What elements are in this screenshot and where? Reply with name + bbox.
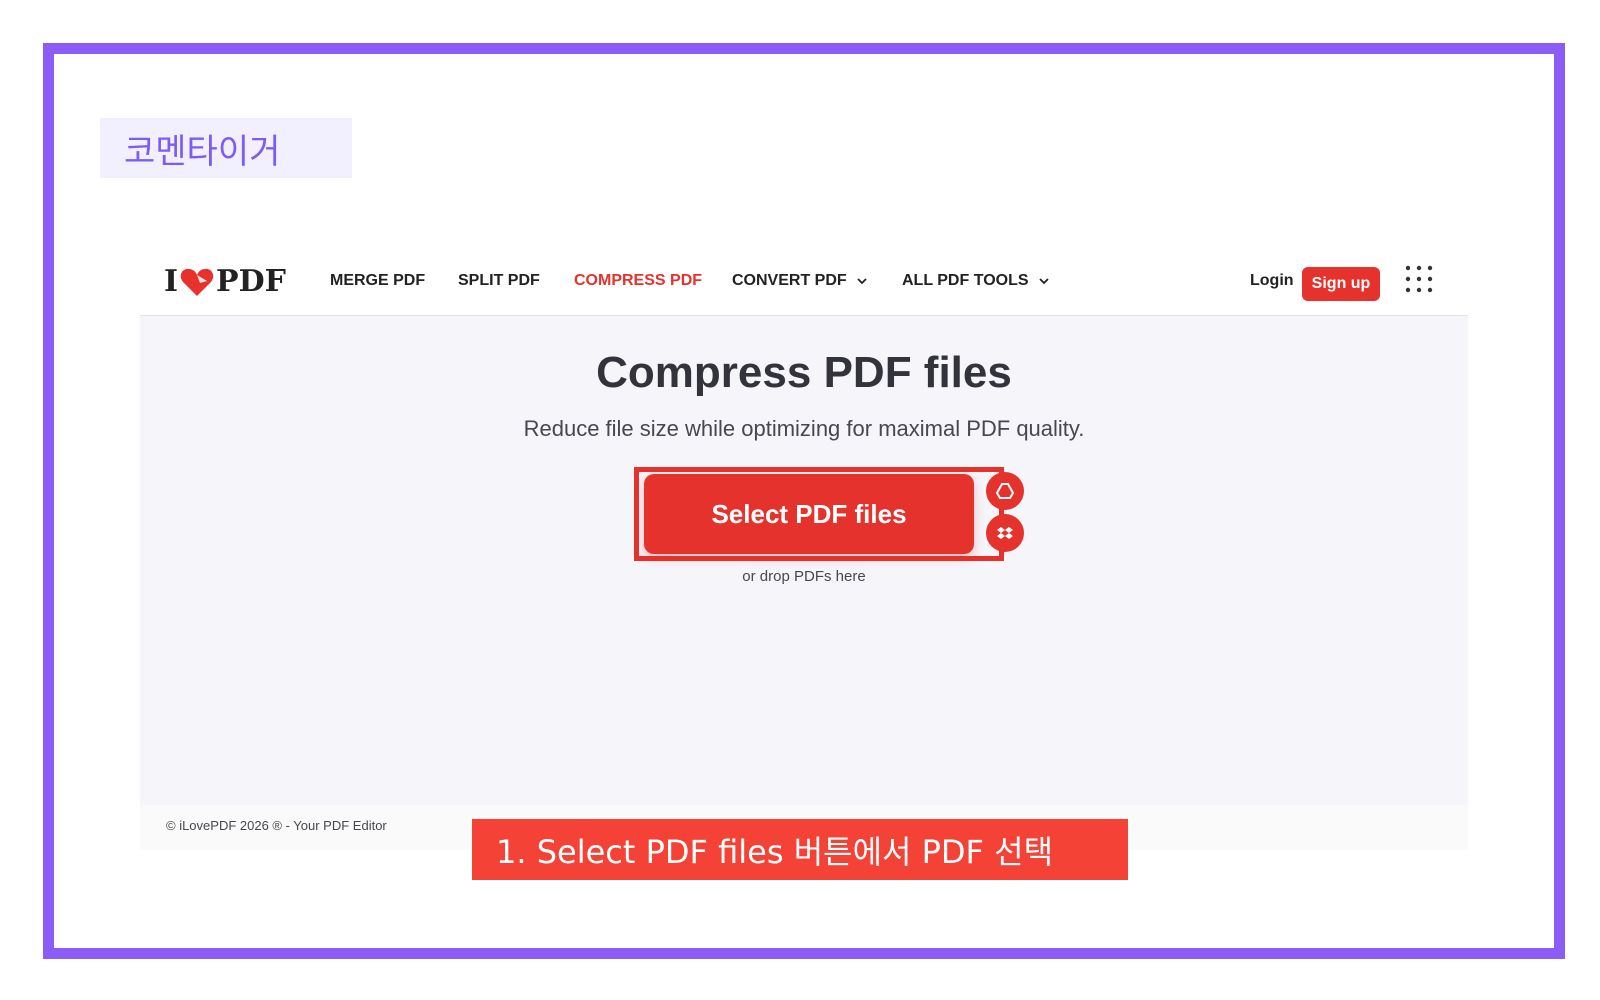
chevron-down-icon [1038,278,1049,285]
logo-left-text: I [164,264,179,299]
nav-split-pdf-label: SPLIT PDF [458,272,540,289]
drop-hint: or drop PDFs here [742,568,866,585]
page-subtitle: Reduce file size while optimizing for ma… [523,416,1085,441]
nav-compress-pdf[interactable]: COMPRESS PDF [574,272,702,290]
nav-compress-pdf-label: COMPRESS PDF [574,272,703,289]
heart-icon [180,268,214,296]
google-drive-icon [996,483,1014,499]
top-navigation: I PDF MERGE PDF SPLIT PDF COMPRESS PDF C… [140,250,1468,316]
logo-right-text: PDF [216,264,286,299]
nav-convert-pdf[interactable]: CONVERT PDF [732,272,867,290]
nav-merge-pdf-label: MERGE PDF [330,272,426,289]
step-caption: 1. Select PDF files 버튼에서 PDF 선택 [472,819,1128,880]
logo[interactable]: I PDF [164,264,286,299]
grid-menu-icon[interactable] [1404,264,1434,294]
nav-convert-pdf-label: CONVERT PDF [732,272,847,289]
login-link[interactable]: Login [1250,272,1294,290]
google-drive-button[interactable] [986,472,1024,510]
brand-badge: 코멘타이거 [100,118,352,178]
signup-button[interactable]: Sign up [1302,267,1380,301]
nav-all-pdf-tools[interactable]: ALL PDF TOOLS [902,272,1049,290]
select-pdf-files-button[interactable]: Select PDF files [644,474,974,554]
page-title: Compress PDF files [596,348,1012,397]
footer-copyright: © iLovePDF 2026 ® - Your PDF Editor [166,818,387,833]
hero-section: Compress PDF files Reduce file size whil… [140,316,1468,805]
nav-all-pdf-tools-label: ALL PDF TOOLS [902,272,1029,289]
dropbox-icon [997,527,1013,539]
ilovepdf-page: I PDF MERGE PDF SPLIT PDF COMPRESS PDF C… [140,250,1468,850]
nav-split-pdf[interactable]: SPLIT PDF [458,272,540,290]
nav-merge-pdf[interactable]: MERGE PDF [330,272,425,290]
chevron-down-icon [857,278,867,285]
dropbox-button[interactable] [986,514,1024,552]
